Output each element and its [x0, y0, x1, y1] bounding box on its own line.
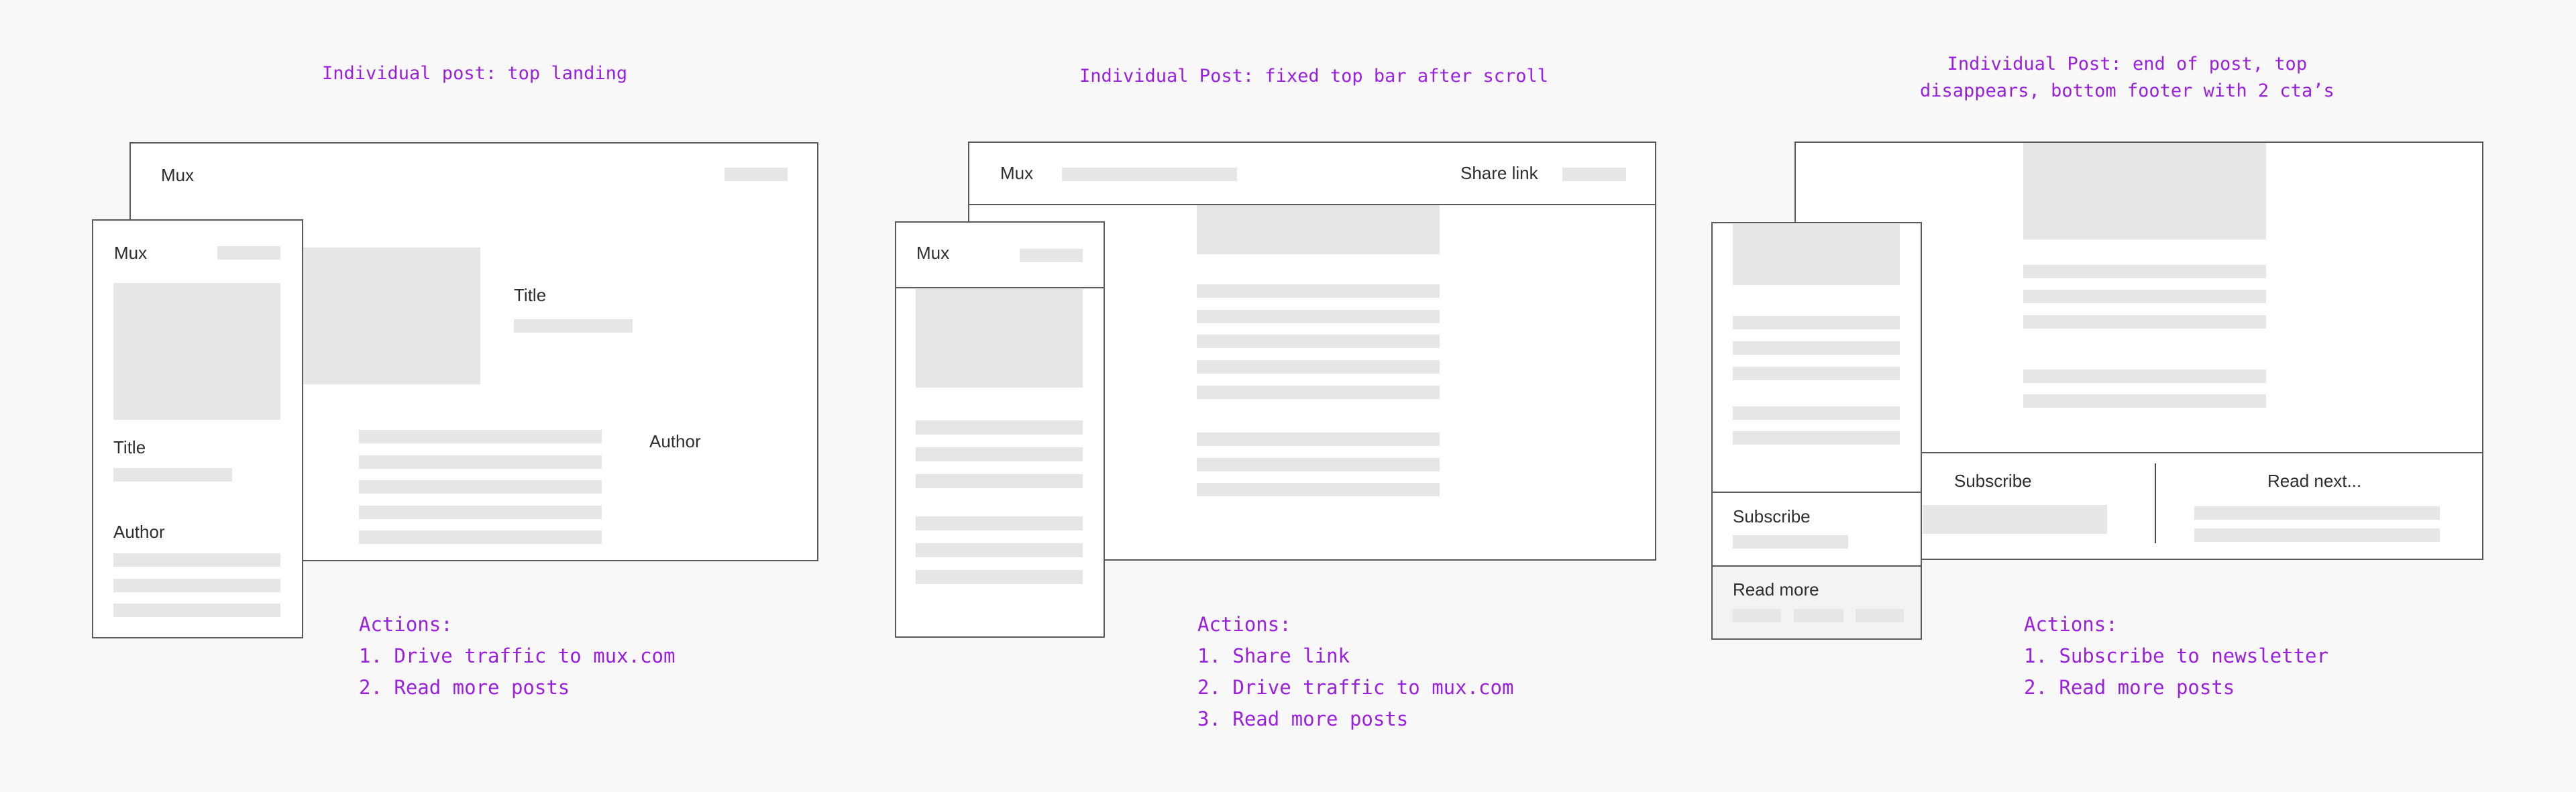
panel-3-desktop-body-line [2023, 370, 2266, 383]
panel-2-mobile-header-placeholder [1020, 249, 1083, 262]
panel-2-desktop-logo: Mux [1000, 163, 1034, 183]
panel-2-desktop-body-line [1197, 310, 1440, 323]
panel-1-desktop-title-placeholder [514, 319, 633, 333]
panel-1-mobile-author: Author [113, 522, 165, 542]
panel-1-desktop-body-line [359, 530, 602, 544]
action-item: 2. Read more posts [359, 676, 570, 699]
action-item: 1. Share link [1197, 644, 1350, 667]
panel-3-mobile-read-more[interactable]: Read more [1733, 579, 1819, 600]
panel-1-desktop-body-line [359, 430, 602, 443]
panel-1-mobile-title-placeholder [113, 468, 232, 482]
panel-1-desktop-body-line [359, 455, 602, 469]
panel-3-mobile-hero-image [1733, 224, 1900, 285]
panel-2-mobile-body-line [916, 570, 1083, 584]
panel-3-mobile-read-more-item[interactable] [1733, 609, 1781, 622]
panel-1-mobile-body-line [113, 553, 280, 567]
panel-2-mobile-body-line [916, 474, 1083, 488]
panel-3-mobile-body-line [1733, 431, 1900, 445]
panel-3-mobile-body-line [1733, 316, 1900, 329]
panel-1-mobile-title: Title [113, 437, 146, 457]
panel-3-mobile-subscribe-divider [1711, 492, 1922, 493]
panel-1-mobile-frame [92, 219, 303, 638]
panel-3-desktop-subscribe[interactable]: Subscribe [1954, 471, 2032, 491]
panel-1-mobile-body-line [113, 604, 280, 617]
action-item: 3. Read more posts [1197, 708, 1409, 730]
panel-1-mobile-logo: Mux [114, 243, 148, 263]
panel-2-actions: Actions: 1. Share link 2. Drive traffic … [1197, 609, 1513, 735]
action-item: 2. Drive traffic to mux.com [1197, 676, 1514, 699]
panel-1-desktop-header-placeholder [724, 168, 788, 181]
panel-1-caption: Individual post: top landing [322, 63, 628, 84]
panel-3-mobile-body-line [1733, 341, 1900, 355]
panel-2-desktop-header-placeholder [1062, 168, 1237, 181]
panel-1-desktop-logo: Mux [161, 165, 195, 185]
panel-1-desktop-hero-image [303, 247, 480, 384]
panel-1-desktop-title: Title [514, 285, 547, 305]
actions-heading: Actions: [359, 613, 453, 636]
panel-3-mobile-read-more-item[interactable] [1856, 609, 1904, 622]
panel-3-caption: Individual Post: end of post, top disapp… [1920, 51, 2334, 105]
panel-3-desktop-body-line [2023, 315, 2266, 329]
panel-3-desktop-body-line [2023, 265, 2266, 278]
panel-3-desktop-body-line [2023, 394, 2266, 408]
panel-2-desktop-body-line [1197, 433, 1440, 446]
panel-1-desktop-body-line [359, 480, 602, 494]
panel-2-mobile-hero-image [916, 289, 1083, 388]
panel-2-mobile-body-line [916, 516, 1083, 530]
actions-heading: Actions: [2024, 613, 2118, 636]
panel-2-share-link[interactable]: Share link [1460, 163, 1538, 183]
panel-3-desktop-read-next-line [2194, 528, 2440, 542]
panel-1-actions: Actions: 1. Drive traffic to mux.com 2. … [359, 609, 675, 703]
panel-3-mobile-read-more-divider [1711, 565, 1922, 567]
panel-3-mobile-subscribe-input[interactable] [1733, 535, 1848, 549]
panel-3-desktop-hero-image [2023, 143, 2266, 239]
panel-3-desktop-read-next[interactable]: Read next... [2267, 471, 2361, 491]
panel-1-desktop-body-line [359, 506, 602, 519]
panel-3-mobile-body-line [1733, 406, 1900, 420]
panel-2-desktop-hero-image [1197, 205, 1440, 254]
panel-2-caption: Individual Post: fixed top bar after scr… [1079, 66, 1548, 87]
panel-3-mobile-read-more-section [1713, 567, 1921, 638]
panel-2-share-link-placeholder[interactable] [1562, 168, 1626, 181]
panel-3-desktop-body-line [2023, 290, 2266, 303]
action-item: 2. Read more posts [2024, 676, 2235, 699]
action-item: 1. Drive traffic to mux.com [359, 644, 676, 667]
panel-3-mobile-subscribe[interactable]: Subscribe [1733, 506, 1811, 526]
panel-2-desktop-body-line [1197, 483, 1440, 496]
panel-2-desktop-body-line [1197, 386, 1440, 399]
panel-3-desktop-subscribe-input[interactable] [1923, 505, 2107, 534]
panel-3-desktop-footer-separator [2155, 463, 2156, 543]
actions-heading: Actions: [1197, 613, 1291, 636]
panel-2-mobile-body-line [916, 447, 1083, 461]
panel-3-mobile-body-line [1733, 367, 1900, 380]
panel-2-mobile-header-divider [895, 287, 1105, 288]
panel-1-mobile-header-placeholder [217, 246, 280, 260]
panel-2-desktop-body-line [1197, 458, 1440, 471]
panel-1-desktop-author: Author [649, 431, 701, 451]
panel-3-actions: Actions: 1. Subscribe to newsletter 2. R… [2024, 609, 2328, 703]
panel-2-desktop-body-line [1197, 284, 1440, 298]
panel-1-mobile-hero-image [113, 283, 280, 420]
panel-2-mobile-body-line [916, 420, 1083, 435]
panel-3-caption-line: Individual Post: end of post, top [1947, 54, 2308, 74]
panel-2-desktop-body-line [1197, 360, 1440, 374]
panel-2-mobile-logo: Mux [916, 243, 950, 263]
panel-1-mobile-body-line [113, 579, 280, 592]
panel-2-mobile-body-line [916, 543, 1083, 557]
panel-3-mobile-read-more-item[interactable] [1794, 609, 1843, 622]
action-item: 1. Subscribe to newsletter [2024, 644, 2328, 667]
panel-3-caption-line: disappears, bottom footer with 2 cta’s [1920, 80, 2334, 101]
panel-2-desktop-body-line [1197, 335, 1440, 348]
panel-3-desktop-read-next-line [2194, 506, 2440, 520]
